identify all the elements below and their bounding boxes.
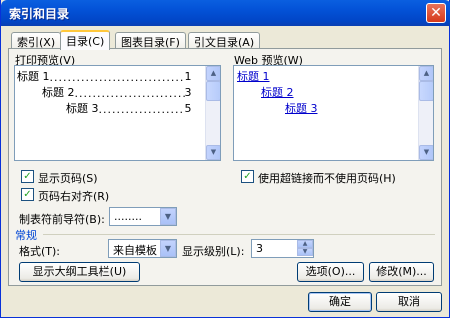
show-page-numbers-label: 显示页码(S) (38, 172, 98, 185)
tab-toc[interactable]: 目录(C) (60, 30, 111, 50)
web-heading-3[interactable]: 标题 3 (285, 100, 318, 116)
window-title: 索引和目录 (9, 7, 70, 21)
heading-2-page: 3 (184, 86, 192, 99)
ok-button[interactable]: 确定 (308, 292, 372, 312)
tab-table-of-figures[interactable]: 图表目录(F) (115, 32, 186, 49)
heading-3-text: 标题 3 (66, 102, 99, 115)
scroll-down-icon[interactable]: ▼ (206, 145, 220, 160)
print-preview-line-2: 标题 2....................................… (42, 86, 192, 100)
right-align-label: 页码右对齐(R) (38, 190, 110, 203)
web-heading-2[interactable]: 标题 2 (261, 84, 294, 100)
print-preview-scrollbar[interactable]: ▲ ▼ (205, 66, 220, 160)
levels-label: 显示级别(L): (182, 245, 245, 258)
print-preview-line-3: 标题 3.................................5 (66, 102, 192, 116)
show-outline-toolbar-button[interactable]: 显示大纲工具栏(U) (19, 262, 140, 282)
close-icon[interactable]: ✕ (426, 3, 446, 23)
spin-up-icon[interactable]: ▲ (297, 240, 313, 248)
cancel-button[interactable]: 取消 (376, 292, 442, 312)
web-preview-box[interactable]: 标题 1 标题 2 标题 3 ▲ ▼ (233, 65, 434, 161)
general-divider (43, 234, 435, 235)
print-preview-box[interactable]: 标题 1....................................… (14, 65, 221, 161)
web-preview-scrollbar[interactable]: ▲ ▼ (418, 66, 433, 160)
format-label: 格式(T): (19, 245, 61, 258)
scroll-up-icon[interactable]: ▲ (206, 66, 220, 81)
tab-index[interactable]: 索引(X) (11, 32, 62, 49)
general-section-heading: 常规 (15, 229, 37, 242)
format-value: 来自模板 (113, 244, 157, 257)
tab-leader-label: 制表符前导符(B): (19, 213, 105, 226)
levels-value: 3 (256, 242, 263, 255)
print-preview-line-1: 标题 1....................................… (17, 70, 192, 84)
heading-1-text: 标题 1 (17, 70, 50, 83)
options-button[interactable]: 选项(O)... (297, 262, 364, 282)
right-align-checkbox[interactable]: ✓ (21, 188, 34, 201)
use-hyperlinks-label: 使用超链接而不使用页码(H) (258, 172, 396, 185)
use-hyperlinks-checkbox[interactable]: ✓ (241, 170, 254, 183)
scroll-up-icon[interactable]: ▲ (419, 66, 433, 81)
heading-1-page: 1 (184, 70, 192, 83)
chevron-down-icon[interactable]: ▼ (160, 240, 176, 257)
tab-leader-select[interactable]: ........ ▼ (109, 207, 177, 226)
heading-2-text: 标题 2 (42, 86, 75, 99)
chevron-down-icon[interactable]: ▼ (160, 208, 176, 225)
format-select[interactable]: 来自模板 ▼ (108, 239, 177, 258)
spin-down-icon[interactable]: ▼ (297, 248, 313, 256)
levels-spinner[interactable]: 3 ▲ ▼ (251, 239, 314, 258)
show-page-numbers-checkbox[interactable]: ✓ (21, 170, 34, 183)
tab-leader-value: ........ (114, 210, 142, 223)
index-and-toc-dialog: 索引和目录 ✕ 索引(X) 目录(C) 图表目录(F) 引文目录(A) 打印预览… (0, 0, 450, 318)
heading-3-page: 5 (184, 102, 192, 115)
scroll-thumb[interactable] (419, 81, 433, 101)
tab-table-of-authorities[interactable]: 引文目录(A) (188, 32, 261, 49)
scroll-thumb[interactable] (206, 81, 220, 101)
modify-button[interactable]: 修改(M)... (369, 262, 434, 282)
scroll-down-icon[interactable]: ▼ (419, 145, 433, 160)
web-heading-1[interactable]: 标题 1 (237, 68, 270, 84)
title-bar[interactable]: 索引和目录 ✕ (1, 0, 450, 26)
